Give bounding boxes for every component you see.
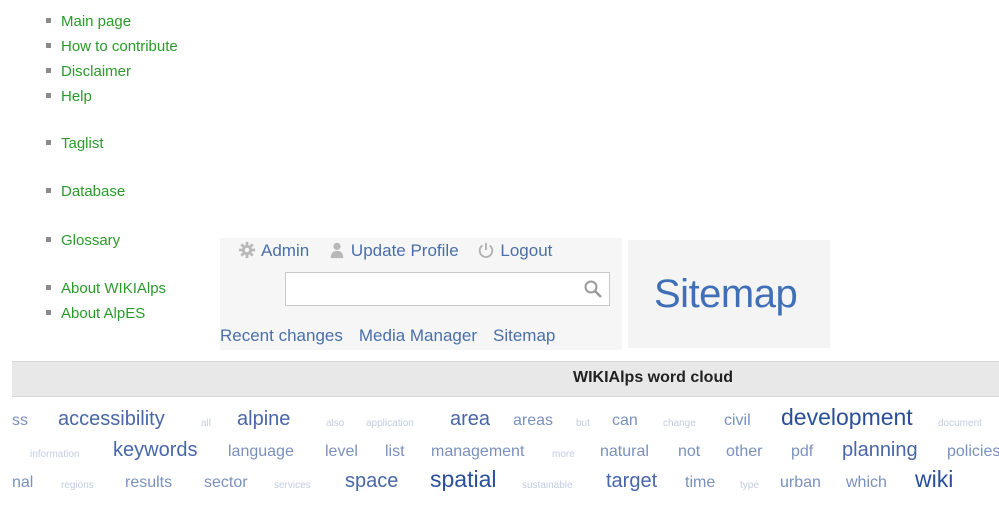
admin-link[interactable]: Admin: [238, 241, 314, 260]
nav-item-disclaimer[interactable]: Disclaimer: [46, 63, 131, 80]
wordcloud-word[interactable]: level: [325, 444, 358, 460]
wordcloud-word[interactable]: ss: [12, 413, 28, 429]
wordcloud-word[interactable]: sector: [204, 475, 248, 491]
wordcloud-word[interactable]: spatial: [430, 468, 496, 491]
wordcloud-word[interactable]: which: [846, 475, 887, 491]
wordcloud-word[interactable]: change: [663, 419, 696, 429]
wordcloud-word[interactable]: management: [431, 444, 524, 460]
logout-label: Logout: [500, 241, 553, 260]
power-icon: [479, 242, 494, 258]
wordcloud-word[interactable]: keywords: [113, 440, 197, 460]
nav-item-label: Glossary: [61, 232, 121, 249]
logout-link[interactable]: Logout: [477, 241, 552, 260]
nav-item-how-to-contribute[interactable]: How to contribute: [46, 38, 178, 55]
wordcloud-word[interactable]: areas: [513, 413, 553, 429]
wordcloud-word[interactable]: time: [685, 475, 715, 491]
nav-item-help[interactable]: Help: [46, 88, 92, 105]
wordcloud-word[interactable]: application: [366, 419, 414, 429]
wordcloud-word[interactable]: policies: [947, 444, 999, 460]
wordcloud-word[interactable]: area: [450, 409, 490, 429]
wordcloud-word[interactable]: other: [726, 444, 762, 460]
wordcloud-word[interactable]: urban: [780, 475, 821, 491]
bullet-icon: [46, 309, 51, 315]
page-title[interactable]: Sitemap: [654, 272, 798, 317]
nav-item-about-alpes[interactable]: About AlpES: [46, 305, 145, 322]
wordcloud-word[interactable]: but: [576, 419, 590, 429]
wordcloud-word[interactable]: civil: [724, 413, 751, 429]
wordcloud-word[interactable]: natural: [600, 444, 649, 460]
wordcloud-word[interactable]: all: [201, 419, 211, 429]
wordcloud-row-1: ss accessibility all alpine also applica…: [0, 399, 999, 430]
wordcloud-word[interactable]: document: [938, 419, 982, 429]
user-links: Admin Update Profile Logout: [238, 241, 566, 261]
wordcloud-word[interactable]: target: [606, 471, 657, 491]
nav-item-taglist[interactable]: Taglist: [46, 135, 104, 152]
nav-item-label: Help: [61, 88, 92, 105]
wordcloud-word[interactable]: development: [781, 406, 913, 429]
bullet-icon: [46, 92, 51, 98]
page-tools: Recent changes Media Manager Sitemap: [220, 326, 571, 346]
update-profile-link[interactable]: Update Profile: [328, 241, 463, 260]
nav-item-label: Taglist: [61, 135, 104, 152]
nav-item-label: Main page: [61, 13, 132, 30]
bullet-icon: [46, 139, 51, 145]
sitemap-link[interactable]: Sitemap: [493, 326, 555, 345]
wordcloud-word[interactable]: sustainable: [522, 481, 573, 491]
nav-item-label: Database: [61, 183, 126, 200]
gear-icon: [238, 241, 256, 259]
bullet-icon: [46, 187, 51, 193]
page-title-box: Sitemap: [628, 240, 830, 348]
nav-item-glossary[interactable]: Glossary: [46, 232, 120, 249]
nav-item-label: Disclaimer: [61, 63, 132, 80]
nav-item-main-page[interactable]: Main page: [46, 13, 131, 30]
nav-item-about-wikialps[interactable]: About WIKIAlps: [46, 280, 166, 297]
wordcloud-row-2: information keywords language level list…: [0, 430, 999, 460]
wordcloud-word[interactable]: nal: [12, 475, 33, 491]
wordcloud-word[interactable]: regions: [61, 481, 94, 491]
nav-item-label: How to contribute: [61, 38, 178, 55]
bullet-icon: [46, 67, 51, 73]
admin-label: Admin: [261, 241, 310, 260]
search-icon[interactable]: [583, 279, 603, 299]
wordcloud-word[interactable]: more: [552, 450, 575, 460]
bullet-icon: [46, 17, 51, 23]
wordcloud-word[interactable]: services: [274, 481, 311, 491]
media-manager-link[interactable]: Media Manager: [359, 326, 477, 345]
user-tools-panel: Admin Update Profile Logout Recent chang…: [220, 238, 622, 350]
wordcloud-row-3: nal regions results sector services spac…: [0, 461, 999, 492]
wordcloud-word[interactable]: space: [345, 471, 398, 491]
wordcloud-word[interactable]: also: [326, 419, 344, 429]
wordcloud-word[interactable]: planning: [842, 440, 918, 460]
wordcloud-word[interactable]: information: [30, 450, 79, 460]
wordcloud-word[interactable]: wiki: [915, 468, 953, 491]
nav-item-label: About AlpES: [61, 305, 146, 322]
wordcloud-word[interactable]: not: [678, 444, 700, 460]
wordcloud-word[interactable]: accessibility: [58, 409, 165, 429]
wordcloud-word[interactable]: language: [228, 444, 294, 460]
bullet-icon: [46, 236, 51, 242]
wordcloud-word[interactable]: can: [612, 413, 638, 429]
search-box: [285, 272, 610, 306]
wordcloud-title: WIKIAlps word cloud: [573, 369, 733, 386]
nav-item-label: About WIKIAlps: [61, 280, 167, 297]
nav-item-database[interactable]: Database: [46, 183, 125, 200]
user-icon: [330, 242, 344, 259]
bullet-icon: [46, 284, 51, 290]
search-input[interactable]: [286, 273, 588, 305]
recent-changes-link[interactable]: Recent changes: [220, 326, 343, 345]
wordcloud-word[interactable]: pdf: [791, 444, 813, 460]
wordcloud-header: WIKIAlps word cloud: [12, 361, 999, 397]
wordcloud-word[interactable]: list: [385, 444, 405, 460]
bullet-icon: [46, 42, 51, 48]
wordcloud-word[interactable]: results: [125, 475, 172, 491]
wordcloud-word[interactable]: type: [740, 481, 759, 491]
update-profile-label: Update Profile: [350, 241, 459, 260]
wordcloud-word[interactable]: alpine: [237, 409, 290, 429]
